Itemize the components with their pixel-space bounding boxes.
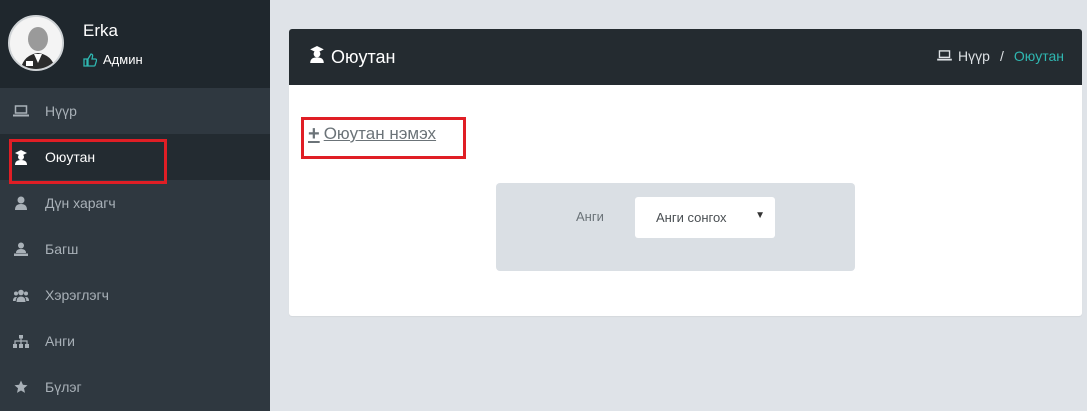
profile-name: Erka (83, 21, 118, 40)
page-title-text: Оюутан (331, 46, 396, 67)
breadcrumb: Нүүр / Оюутан (937, 48, 1064, 64)
class-select-value: Анги сонгох (656, 210, 727, 225)
profile-block: Erka Админ (0, 0, 270, 88)
students-panel: Оюутан Нүүр / Оюутан + Оюутан нэмэх Анги… (289, 29, 1082, 316)
add-student-link[interactable]: + Оюутан нэмэх (308, 124, 436, 144)
plus-icon: + (308, 123, 320, 145)
main-content: Оюутан Нүүр / Оюутан + Оюутан нэмэх Анги… (270, 0, 1087, 411)
user-icon (13, 195, 29, 211)
sidebar-item-label: Нүүр (45, 103, 77, 119)
class-filter: Анги Анги сонгох ▼ (496, 183, 855, 271)
sidebar-item-label: Багш (45, 241, 79, 257)
profile-role: Админ (83, 52, 143, 67)
sidebar-item-groups[interactable]: Бүлэг (0, 364, 270, 410)
sidebar-item-teachers[interactable]: Багш (0, 226, 270, 272)
student-icon (13, 149, 29, 165)
sidebar-item-home[interactable]: Нүүр (0, 88, 270, 134)
add-student-label: Оюутан нэмэх (323, 124, 437, 143)
breadcrumb-home[interactable]: Нүүр (958, 48, 990, 64)
sidebar-item-label: Оюутан (45, 149, 96, 165)
sitemap-icon (13, 333, 29, 349)
breadcrumb-current: Оюутан (1013, 48, 1064, 64)
breadcrumb-separator: / (999, 48, 1004, 64)
sidebar: Erka Админ Нүүр Оюутан Дүн харагч Багш Х… (0, 0, 270, 411)
page-title: Оюутан (309, 46, 396, 68)
thumbs-up-icon (83, 52, 98, 67)
avatar[interactable] (8, 15, 64, 71)
class-select[interactable]: Анги сонгох ▼ (635, 197, 775, 238)
star-icon (13, 379, 29, 395)
laptop-icon (13, 103, 29, 119)
sidebar-item-label: Бүлэг (45, 379, 82, 395)
panel-header: Оюутан Нүүр / Оюутан (289, 29, 1082, 85)
sidebar-item-label: Дүн харагч (45, 195, 116, 211)
sidebar-item-grade-viewer[interactable]: Дүн харагч (0, 180, 270, 226)
users-icon (13, 287, 29, 303)
teacher-icon (13, 241, 29, 257)
laptop-icon (937, 48, 952, 64)
sidebar-item-label: Анги (45, 333, 75, 349)
sidebar-item-students[interactable]: Оюутан (0, 134, 270, 180)
student-icon (309, 46, 325, 68)
sidebar-nav: Нүүр Оюутан Дүн харагч Багш Хэрэглэгч Ан… (0, 88, 270, 410)
sidebar-item-classes[interactable]: Анги (0, 318, 270, 364)
sidebar-item-users[interactable]: Хэрэглэгч (0, 272, 270, 318)
sidebar-item-label: Хэрэглэгч (45, 287, 109, 303)
chevron-down-icon: ▼ (755, 210, 765, 221)
class-filter-label: Анги (576, 209, 604, 224)
profile-role-label: Админ (103, 52, 143, 67)
